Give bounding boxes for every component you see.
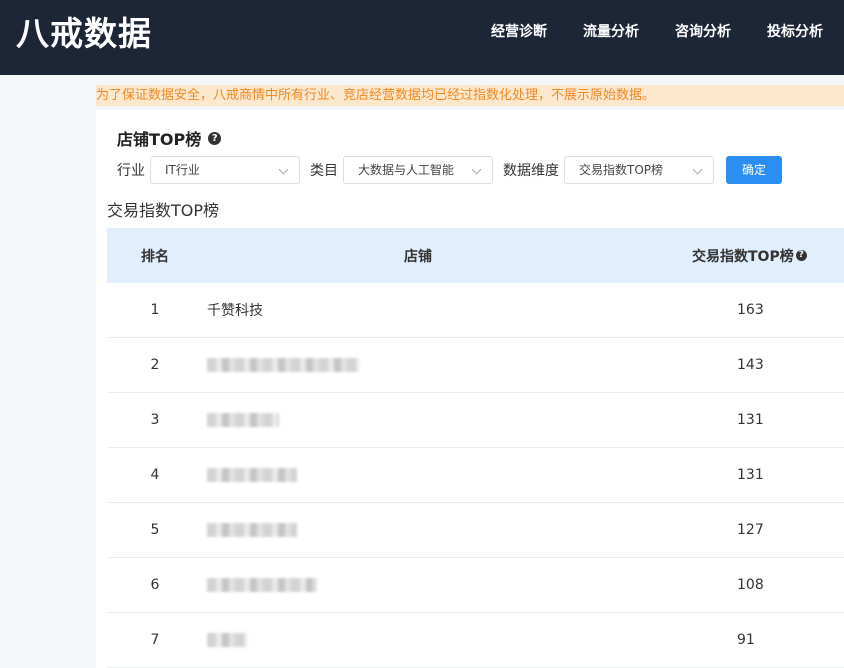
header-index: 交易指数TOP榜 ?: [633, 246, 844, 266]
table-row[interactable]: 7 91: [107, 613, 844, 668]
main-nav: 经营诊断 流量分析 咨询分析 投标分析: [491, 0, 844, 64]
trade-index-cell: 108: [737, 577, 764, 593]
section-title-text: 店铺TOP榜: [117, 130, 202, 149]
industry-select-value: IT行业: [165, 163, 200, 177]
table-body: 1 千赞科技 163 2 143 3 131 4 131 5 127 6 108 7 91: [107, 283, 844, 668]
chevron-down-icon: [692, 164, 703, 175]
table-row[interactable]: 5 127: [107, 503, 844, 558]
table-title: 交易指数TOP榜: [107, 201, 220, 220]
data-security-notice: 为了保证数据安全，八戒商情中所有行业、竞店经营数据均已经过指数化处理，不展示原始…: [96, 85, 844, 106]
redacted-store-name: [207, 413, 279, 427]
rank-cell: 1: [150, 302, 160, 318]
table-row[interactable]: 1 千赞科技 163: [107, 283, 844, 338]
table-header: 排名 店铺 交易指数TOP榜 ?: [107, 228, 844, 283]
table-row[interactable]: 4 131: [107, 448, 844, 503]
confirm-button[interactable]: 确定: [726, 156, 782, 184]
rank-cell: 4: [150, 467, 160, 483]
store-cell: [203, 448, 637, 502]
store-ranking-table: 排名 店铺 交易指数TOP榜 ? 1 千赞科技 163 2 143 3 131 4 131 5 12…: [107, 228, 844, 668]
table-row[interactable]: 2 143: [107, 338, 844, 393]
redacted-store-name: [207, 578, 317, 592]
rank-cell: 7: [150, 632, 160, 648]
industry-select[interactable]: IT行业: [150, 156, 300, 184]
redacted-store-name: [207, 358, 359, 372]
nav-item-consult-analysis[interactable]: 咨询分析: [675, 0, 731, 64]
header-rank: 排名: [141, 248, 169, 265]
header-store: 店铺: [404, 248, 432, 265]
redacted-store-name: [207, 523, 297, 537]
redacted-store-name: [207, 468, 297, 482]
question-circle-icon[interactable]: ?: [208, 131, 222, 145]
category-select[interactable]: 大数据与人工智能: [343, 156, 493, 184]
redacted-store-name: [207, 633, 247, 647]
dimension-label: 数据维度: [503, 163, 559, 179]
nav-item-business-diagnosis[interactable]: 经营诊断: [491, 0, 547, 64]
top-bar: 八戒数据 经营诊断 流量分析 咨询分析 投标分析: [0, 0, 844, 75]
chevron-down-icon: [471, 164, 482, 175]
store-cell: [203, 503, 637, 557]
table-row[interactable]: 3 131: [107, 393, 844, 448]
trade-index-cell: 163: [737, 302, 764, 318]
trade-index-cell: 91: [737, 632, 755, 648]
store-cell: [203, 393, 637, 447]
trade-index-cell: 131: [737, 412, 764, 428]
store-cell: 千赞科技: [203, 283, 637, 337]
rank-cell: 2: [150, 357, 160, 373]
header-index-label: 交易指数TOP榜: [692, 248, 794, 265]
rank-cell: 3: [150, 412, 160, 428]
nav-item-traffic-analysis[interactable]: 流量分析: [583, 0, 639, 64]
dimension-select-value: 交易指数TOP榜: [579, 163, 664, 177]
table-row[interactable]: 6 108: [107, 558, 844, 613]
category-select-value: 大数据与人工智能: [358, 163, 455, 177]
dimension-select[interactable]: 交易指数TOP榜: [564, 156, 714, 184]
store-cell: [203, 558, 637, 612]
industry-label: 行业: [117, 163, 145, 179]
main-panel: 店铺TOP榜 ? 行业 IT行业 类目 大数据与人工智能 数据维度 交易指数TO…: [96, 110, 844, 668]
rank-cell: 5: [150, 522, 160, 538]
store-name[interactable]: 千赞科技: [207, 300, 263, 320]
trade-index-cell: 143: [737, 357, 764, 373]
store-cell: [203, 338, 637, 392]
app-logo[interactable]: 八戒数据: [16, 14, 152, 54]
rank-cell: 6: [150, 577, 160, 593]
nav-item-bid-analysis[interactable]: 投标分析: [767, 0, 823, 64]
question-circle-icon[interactable]: ?: [795, 250, 807, 261]
store-cell: [203, 613, 637, 667]
filter-bar: 行业 IT行业 类目 大数据与人工智能 数据维度 交易指数TOP榜 确定: [117, 156, 782, 184]
chevron-down-icon: [278, 164, 289, 175]
category-label: 类目: [310, 163, 338, 179]
trade-index-cell: 127: [737, 522, 764, 538]
section-title: 店铺TOP榜 ?: [117, 126, 222, 150]
trade-index-cell: 131: [737, 467, 764, 483]
